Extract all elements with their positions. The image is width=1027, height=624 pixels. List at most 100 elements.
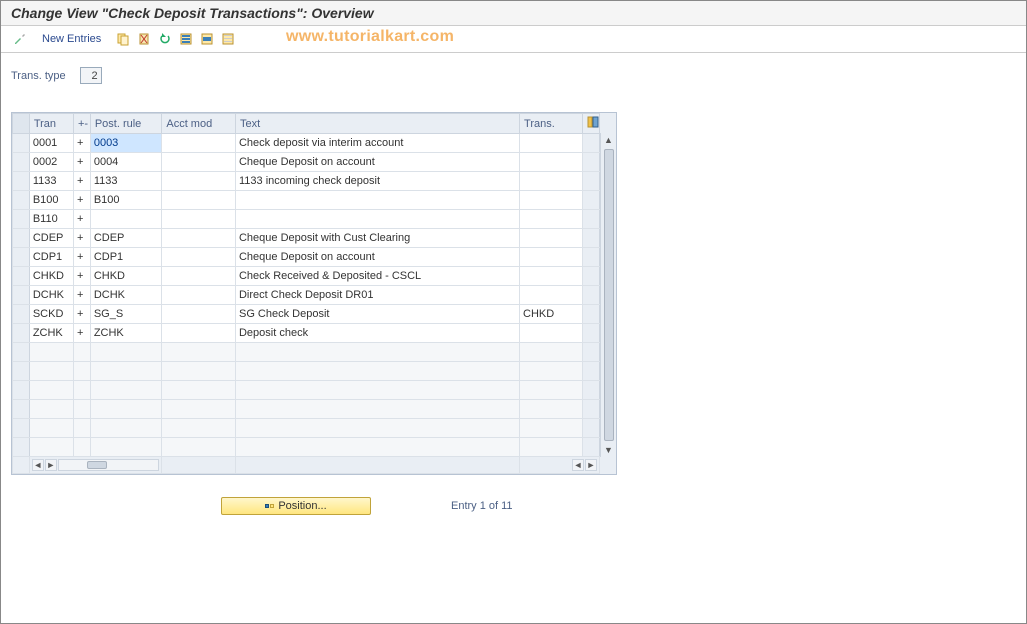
row-selector[interactable]: [13, 305, 30, 324]
cell-acct-mod[interactable]: [162, 400, 236, 419]
cell-tran[interactable]: DCHK: [29, 286, 73, 305]
row-selector[interactable]: [13, 267, 30, 286]
cell-acct-mod[interactable]: [162, 343, 236, 362]
cell-post-rule[interactable]: [90, 362, 162, 381]
cell-trans[interactable]: [520, 172, 583, 191]
cell-text[interactable]: [235, 343, 519, 362]
cell-tran[interactable]: [29, 362, 73, 381]
cell-text[interactable]: [235, 438, 519, 457]
hscroll-left-group[interactable]: ◄ ►: [32, 459, 160, 471]
table-row[interactable]: 1133 + 1133 1133 incoming check deposit: [13, 172, 600, 191]
table-row[interactable]: B100 + B100: [13, 191, 600, 210]
scroll-down-icon[interactable]: ▼: [602, 443, 616, 457]
cell-post-rule[interactable]: CHKD: [90, 267, 162, 286]
cell-acct-mod[interactable]: [162, 286, 236, 305]
row-selector[interactable]: [13, 400, 30, 419]
scroll-left-end-icon[interactable]: ◄: [572, 459, 584, 471]
cell-pm[interactable]: [74, 381, 91, 400]
scroll-right-icon[interactable]: ►: [45, 459, 57, 471]
cell-acct-mod[interactable]: [162, 362, 236, 381]
table-row[interactable]: SCKD + SG_S SG Check Deposit CHKD: [13, 305, 600, 324]
cell-acct-mod[interactable]: [162, 267, 236, 286]
col-tran[interactable]: Tran: [29, 114, 73, 134]
cell-trans[interactable]: [520, 267, 583, 286]
cell-pm[interactable]: [74, 419, 91, 438]
cell-acct-mod[interactable]: [162, 134, 236, 153]
cell-text[interactable]: [235, 210, 519, 229]
row-selector[interactable]: [13, 248, 30, 267]
row-selector-header[interactable]: [13, 114, 30, 134]
cell-text[interactable]: Check deposit via interim account: [235, 134, 519, 153]
cell-tran[interactable]: [29, 381, 73, 400]
cell-acct-mod[interactable]: [162, 381, 236, 400]
col-post-rule[interactable]: Post. rule: [90, 114, 162, 134]
cell-pm[interactable]: +: [74, 153, 91, 172]
cell-tran[interactable]: 0002: [29, 153, 73, 172]
cell-post-rule[interactable]: 1133: [90, 172, 162, 191]
trans-type-input[interactable]: [80, 67, 102, 84]
cell-pm[interactable]: +: [74, 267, 91, 286]
copy-as-icon[interactable]: [114, 30, 132, 48]
cell-pm[interactable]: [74, 362, 91, 381]
table-row-empty[interactable]: [13, 381, 600, 400]
cell-post-rule[interactable]: DCHK: [90, 286, 162, 305]
cell-post-rule[interactable]: 0003: [90, 134, 162, 153]
table-row-empty[interactable]: [13, 419, 600, 438]
scroll-thumb[interactable]: [604, 149, 614, 441]
table-row[interactable]: 0002 + 0004 Cheque Deposit on account: [13, 153, 600, 172]
table-row-empty[interactable]: [13, 362, 600, 381]
deselect-all-icon[interactable]: [219, 30, 237, 48]
cell-acct-mod[interactable]: [162, 153, 236, 172]
cell-trans[interactable]: [520, 400, 583, 419]
cell-post-rule[interactable]: [90, 343, 162, 362]
col-trans[interactable]: Trans.: [520, 114, 583, 134]
cell-post-rule[interactable]: [90, 419, 162, 438]
table-row[interactable]: B110 +: [13, 210, 600, 229]
cell-text[interactable]: [235, 191, 519, 210]
table-row-empty[interactable]: [13, 343, 600, 362]
scroll-left-icon[interactable]: ◄: [32, 459, 44, 471]
cell-tran[interactable]: [29, 419, 73, 438]
cell-trans[interactable]: [520, 248, 583, 267]
cell-post-rule[interactable]: ZCHK: [90, 324, 162, 343]
cell-post-rule[interactable]: 0004: [90, 153, 162, 172]
cell-tran[interactable]: 0001: [29, 134, 73, 153]
cell-tran[interactable]: ZCHK: [29, 324, 73, 343]
cell-pm[interactable]: +: [74, 305, 91, 324]
cell-text[interactable]: Deposit check: [235, 324, 519, 343]
cell-post-rule[interactable]: B100: [90, 191, 162, 210]
table-row[interactable]: ZCHK + ZCHK Deposit check: [13, 324, 600, 343]
row-selector[interactable]: [13, 362, 30, 381]
cell-acct-mod[interactable]: [162, 305, 236, 324]
row-selector[interactable]: [13, 210, 30, 229]
cell-acct-mod[interactable]: [162, 324, 236, 343]
cell-post-rule[interactable]: CDEP: [90, 229, 162, 248]
cell-text[interactable]: Cheque Deposit on account: [235, 153, 519, 172]
cell-text[interactable]: Direct Check Deposit DR01: [235, 286, 519, 305]
cell-pm[interactable]: [74, 438, 91, 457]
cell-post-rule[interactable]: [90, 381, 162, 400]
cell-post-rule[interactable]: SG_S: [90, 305, 162, 324]
vertical-scrollbar[interactable]: ▲ ▼: [600, 133, 616, 457]
cell-acct-mod[interactable]: [162, 191, 236, 210]
hscroll-track[interactable]: [58, 459, 160, 471]
table-row-empty[interactable]: [13, 438, 600, 457]
table-row[interactable]: 0001 + 0003 Check deposit via interim ac…: [13, 134, 600, 153]
cell-trans[interactable]: [520, 419, 583, 438]
cell-pm[interactable]: [74, 400, 91, 419]
new-entries-button[interactable]: New Entries: [36, 31, 107, 47]
row-selector[interactable]: [13, 134, 30, 153]
cell-pm[interactable]: +: [74, 286, 91, 305]
cell-trans[interactable]: [520, 343, 583, 362]
cell-text[interactable]: SG Check Deposit: [235, 305, 519, 324]
cell-tran[interactable]: B100: [29, 191, 73, 210]
cell-acct-mod[interactable]: [162, 438, 236, 457]
table-row[interactable]: DCHK + DCHK Direct Check Deposit DR01: [13, 286, 600, 305]
cell-pm[interactable]: +: [74, 248, 91, 267]
cell-tran[interactable]: [29, 400, 73, 419]
row-selector[interactable]: [13, 153, 30, 172]
cell-pm[interactable]: +: [74, 191, 91, 210]
cell-trans[interactable]: [520, 362, 583, 381]
cell-post-rule[interactable]: CDP1: [90, 248, 162, 267]
cell-trans[interactable]: [520, 286, 583, 305]
